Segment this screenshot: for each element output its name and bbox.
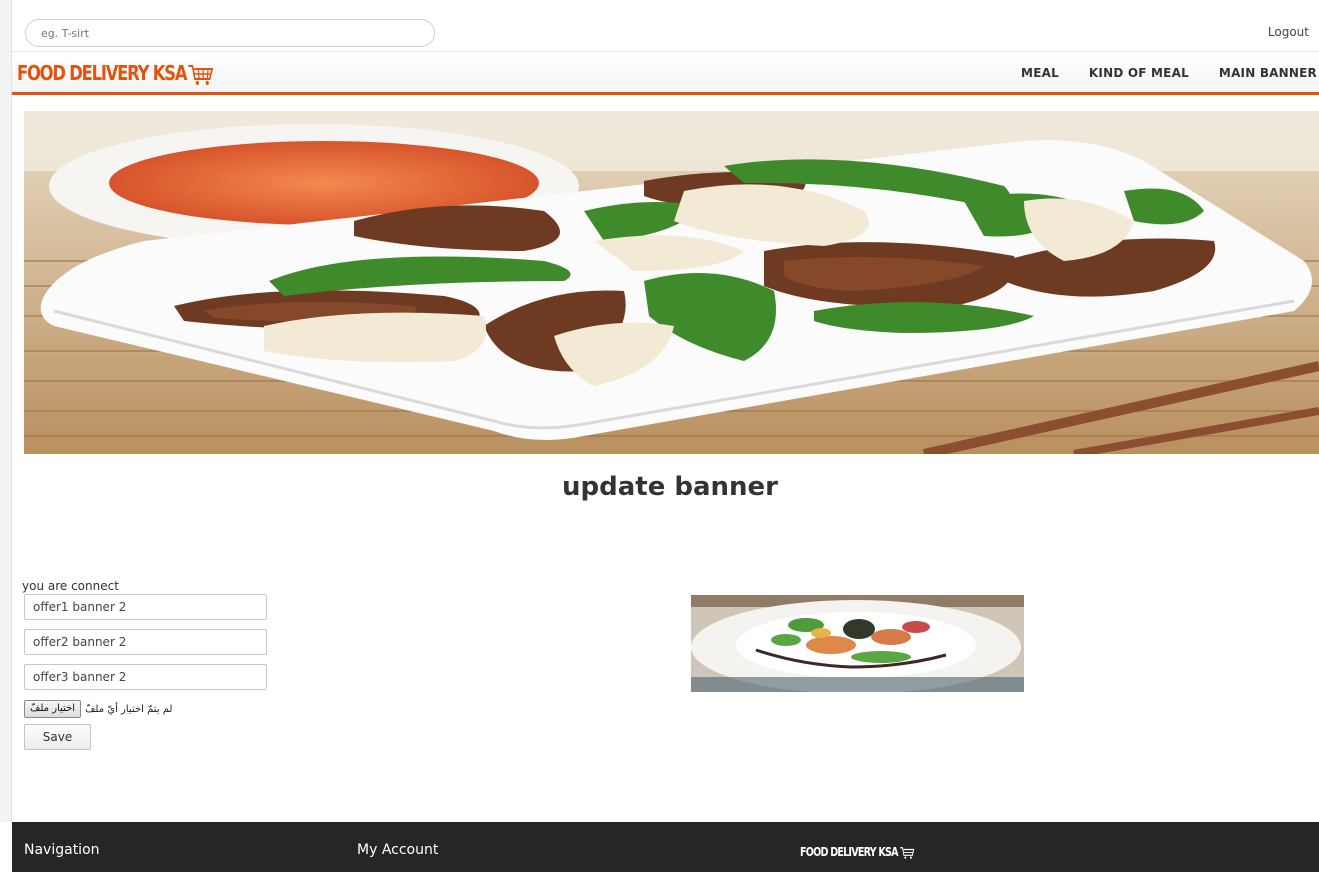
hero-banner-image <box>24 111 1319 454</box>
footer-navigation-heading: Navigation <box>24 842 100 858</box>
nav-link-meal[interactable]: MEAL <box>1021 66 1059 80</box>
logout-link[interactable]: Logout <box>1268 25 1309 39</box>
save-button[interactable]: Save <box>24 724 91 750</box>
shopping-cart-icon <box>900 846 915 859</box>
offer2-input[interactable] <box>24 629 267 655</box>
choose-file-button[interactable]: اختيار ملفّ <box>24 700 82 718</box>
footer-brand-logo: FOOD DELIVERY KSA <box>800 845 915 860</box>
shopping-cart-icon <box>188 64 214 85</box>
connection-status: you are connect <box>22 579 119 593</box>
hero-food-photo <box>24 111 1319 454</box>
brand-text: FOOD DELIVERY KSA <box>17 61 188 85</box>
offer3-input[interactable] <box>24 664 267 690</box>
brand-logo[interactable]: FOOD DELIVERY KSA <box>17 61 214 87</box>
search-input[interactable] <box>25 19 435 47</box>
page-title: update banner <box>561 472 779 502</box>
file-upload: اختيار ملفّ لم يتمّ اختيار أيّ ملفّ <box>24 698 284 720</box>
main-navbar: FOOD DELIVERY KSA MEAL KIND OF MEAL MAIN… <box>12 53 1319 95</box>
footer-account-heading: My Account <box>357 842 439 858</box>
preview-food-photo <box>691 595 1024 692</box>
banner-form: you are connect اختيار ملفّ لم يتمّ اختي… <box>22 579 284 750</box>
footer: Navigation My Account FOOD DELIVERY KSA <box>12 822 1319 872</box>
file-status-text: لم يتمّ اختيار أيّ ملفّ <box>85 703 173 715</box>
banner-preview-image <box>691 595 1024 692</box>
nav-links: MEAL KIND OF MEAL MAIN BANNER <box>1021 66 1317 80</box>
offer1-input[interactable] <box>24 594 267 620</box>
left-window-edge <box>0 0 12 822</box>
nav-link-kind-of-meal[interactable]: KIND OF MEAL <box>1089 66 1189 80</box>
top-bar: Logout <box>12 0 1319 52</box>
nav-link-main-banner[interactable]: MAIN BANNER <box>1219 66 1317 80</box>
footer-brand-text: FOOD DELIVERY KSA <box>800 845 899 859</box>
